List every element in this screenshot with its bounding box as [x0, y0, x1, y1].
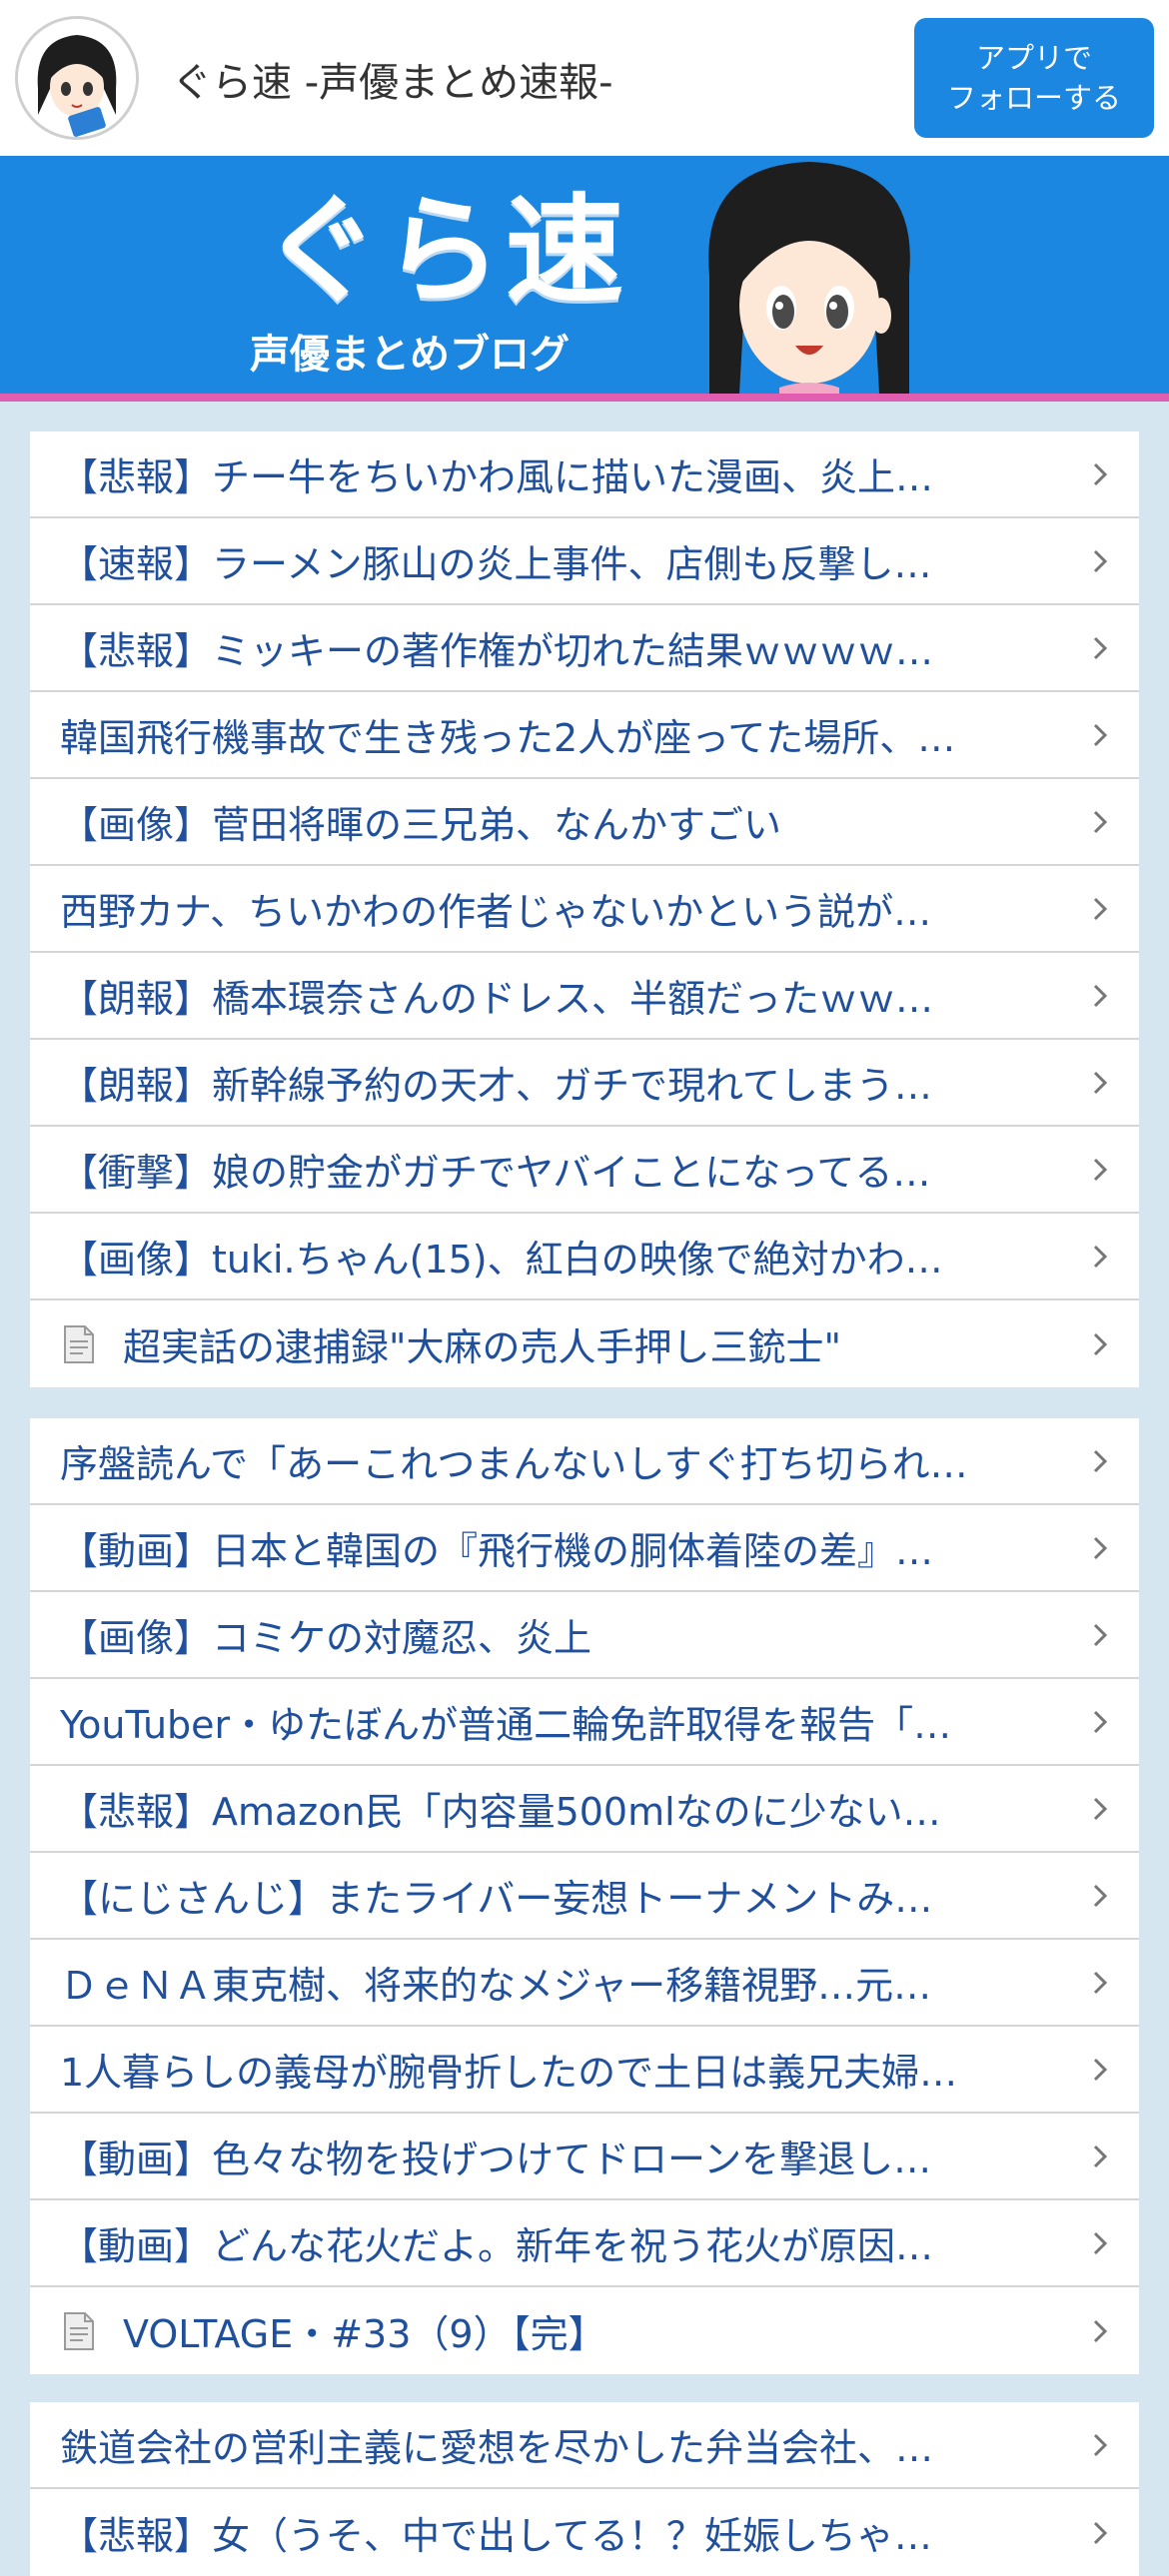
- list-item-title: 序盤読んで「あーこれつまんないしすぐ打ち切られ…: [60, 1442, 968, 1486]
- list-item-title: VOLTAGE・#33（9）【完】: [123, 2312, 606, 2356]
- list-item[interactable]: 【速報】ラーメン豚山の炎上事件、店側も反撃し…: [30, 518, 1139, 605]
- chevron-right-icon: [1093, 2521, 1108, 2544]
- list-item[interactable]: 【動画】色々な物を投げつけてドローンを撃退し…: [30, 2114, 1139, 2200]
- list-item-title: 【悲報】ミッキーの著作権が切れた結果ｗｗｗｗ…: [60, 629, 934, 673]
- app-header: ぐら速 -声優まとめ速報- アプリで フォローする: [0, 0, 1169, 156]
- list-item[interactable]: 鉄道会社の営利主義に愛想を尽かした弁当会社、…: [30, 2402, 1139, 2489]
- chevron-right-icon: [1093, 2433, 1108, 2456]
- list-item-title: ＤｅＮＡ東克樹、将来的なメジャー移籍視野…元…: [60, 1964, 932, 2008]
- list-item[interactable]: 【画像】コミケの対魔忍、炎上: [30, 1592, 1139, 1679]
- list-item-title: 【動画】色々な物を投げつけてドローンを撃退し…: [60, 2138, 932, 2181]
- chevron-right-icon: [1093, 549, 1108, 572]
- list-item-title: 【画像】コミケの対魔忍、炎上: [60, 1616, 592, 1660]
- list-item[interactable]: 韓国飛行機事故で生き残った2人が座ってた場所、…: [30, 692, 1139, 779]
- chevron-right-icon: [1093, 810, 1108, 833]
- list-item-title: YouTuber・ゆたぼんが普通二輪免許取得を報告「…: [60, 1703, 952, 1747]
- banner-subtitle: 声優まとめブログ: [250, 332, 570, 378]
- banner-divider: [0, 394, 1169, 402]
- list-item-title: 【朗報】橋本環奈さんのドレス、半額だったｗｗ…: [60, 977, 934, 1021]
- document-icon: [64, 2311, 94, 2350]
- chevron-right-icon: [1093, 462, 1108, 485]
- list-item-title: 【衝撃】娘の貯金がガチでヤバイことになってる…: [60, 1151, 931, 1195]
- chevron-right-icon: [1093, 1245, 1108, 1268]
- app-title: ぐら速 -声優まとめ速報-: [172, 60, 613, 106]
- article-list-1: 【悲報】チー牛をちいかわ風に描いた漫画、炎上… 【速報】ラーメン豚山の炎上事件、…: [30, 431, 1139, 1387]
- list-item[interactable]: 超実話の逮捕録"大麻の売人手押し三銃士": [30, 1300, 1139, 1387]
- list-item-title: 【悲報】Amazon民「内容量500mlなのに少ない…: [60, 1790, 941, 1834]
- list-item-title: 【動画】どんな花火だよ。新年を祝う花火が原因…: [60, 2224, 934, 2268]
- mascot-avatar-icon: [18, 19, 136, 137]
- follow-label-line1: アプリで: [975, 41, 1092, 75]
- blog-banner[interactable]: ぐら速 声優まとめブログ: [0, 156, 1169, 394]
- list-item[interactable]: YouTuber・ゆたぼんが普通二輪免許取得を報告「…: [30, 1679, 1139, 1766]
- avatar[interactable]: [15, 16, 139, 140]
- banner-logo-text: ぐら速: [262, 182, 628, 320]
- chevron-right-icon: [1093, 2145, 1108, 2167]
- chevron-right-icon: [1093, 2058, 1108, 2081]
- list-item[interactable]: 【にじさんじ】またライバー妄想トーナメントみ…: [30, 1853, 1139, 1940]
- chevron-right-icon: [1093, 1797, 1108, 1820]
- article-list-2: 序盤読んで「あーこれつまんないしすぐ打ち切られ… 【動画】日本と韓国の『飛行機の…: [30, 1418, 1139, 2374]
- chevron-right-icon: [1093, 1884, 1108, 1907]
- chevron-right-icon: [1093, 636, 1108, 659]
- list-item[interactable]: 西野カナ、ちいかわの作者じゃないかという説が…: [30, 866, 1139, 953]
- chevron-right-icon: [1093, 1071, 1108, 1094]
- chevron-right-icon: [1093, 1332, 1108, 1355]
- list-item[interactable]: 【朗報】橋本環奈さんのドレス、半額だったｗｗ…: [30, 953, 1139, 1040]
- chevron-right-icon: [1093, 1449, 1108, 1472]
- list-item-title: 1人暮らしの義母が腕骨折したので土日は義兄夫婦…: [60, 2051, 958, 2095]
- chevron-right-icon: [1093, 1971, 1108, 1994]
- chevron-right-icon: [1093, 984, 1108, 1007]
- document-icon: [64, 1324, 94, 1363]
- list-item[interactable]: ＤｅＮＡ東克樹、将来的なメジャー移籍視野…元…: [30, 1940, 1139, 2027]
- list-item-title: 【悲報】チー牛をちいかわ風に描いた漫画、炎上…: [60, 455, 934, 499]
- list-item[interactable]: 【衝撃】娘の貯金がガチでヤバイことになってる…: [30, 1127, 1139, 1214]
- list-item[interactable]: 【動画】日本と韓国の『飛行機の胴体着陸の差』…: [30, 1505, 1139, 1592]
- list-item[interactable]: 【悲報】女（うそ、中で出してる！？妊娠しちゃ…: [30, 2489, 1139, 2576]
- follow-label-line2: フォローする: [946, 81, 1121, 115]
- list-item-title: 韓国飛行機事故で生き残った2人が座ってた場所、…: [60, 716, 956, 760]
- chevron-right-icon: [1093, 1536, 1108, 1559]
- list-item[interactable]: 【朗報】新幹線予約の天才、ガチで現れてしまう…: [30, 1040, 1139, 1127]
- list-item-title: 【にじさんじ】またライバー妄想トーナメントみ…: [60, 1877, 933, 1921]
- list-item-title: 超実話の逮捕録"大麻の売人手押し三銃士": [123, 1325, 841, 1369]
- list-item[interactable]: 【画像】菅田将暉の三兄弟、なんかすごい: [30, 779, 1139, 866]
- chevron-right-icon: [1093, 2231, 1108, 2254]
- chevron-right-icon: [1093, 1623, 1108, 1646]
- list-item-title: 【速報】ラーメン豚山の炎上事件、店側も反撃し…: [60, 542, 932, 586]
- list-item[interactable]: 1人暮らしの義母が腕骨折したので土日は義兄夫婦…: [30, 2027, 1139, 2114]
- chevron-right-icon: [1093, 1710, 1108, 1733]
- list-item-title: 【画像】tuki.ちゃん(15)、紅白の映像で絶対かわ…: [60, 1238, 943, 1282]
- list-item[interactable]: 【悲報】チー牛をちいかわ風に描いた漫画、炎上…: [30, 431, 1139, 518]
- list-item[interactable]: 【悲報】Amazon民「内容量500mlなのに少ない…: [30, 1766, 1139, 1853]
- chevron-right-icon: [1093, 2319, 1108, 2342]
- list-item-title: 【動画】日本と韓国の『飛行機の胴体着陸の差』…: [60, 1529, 934, 1573]
- list-item-title: 【朗報】新幹線予約の天才、ガチで現れてしまう…: [60, 1064, 932, 1108]
- list-item[interactable]: VOLTAGE・#33（9）【完】: [30, 2287, 1139, 2374]
- list-item[interactable]: 【悲報】ミッキーの著作権が切れた結果ｗｗｗｗ…: [30, 605, 1139, 692]
- list-item-title: 西野カナ、ちいかわの作者じゃないかという説が…: [60, 890, 932, 934]
- list-item[interactable]: 【画像】tuki.ちゃん(15)、紅白の映像で絶対かわ…: [30, 1214, 1139, 1300]
- chevron-right-icon: [1093, 723, 1108, 746]
- list-item-title: 【画像】菅田将暉の三兄弟、なんかすごい: [60, 803, 782, 847]
- list-item[interactable]: 【動画】どんな花火だよ。新年を祝う花火が原因…: [30, 2200, 1139, 2287]
- chevron-right-icon: [1093, 897, 1108, 920]
- mascot-illustration-icon: [708, 162, 910, 394]
- chevron-right-icon: [1093, 1158, 1108, 1181]
- follow-in-app-button[interactable]: アプリで フォローする: [914, 18, 1154, 138]
- article-list-3: 鉄道会社の営利主義に愛想を尽かした弁当会社、… 【悲報】女（うそ、中で出してる！…: [30, 2402, 1139, 2576]
- list-item[interactable]: 序盤読んで「あーこれつまんないしすぐ打ち切られ…: [30, 1418, 1139, 1505]
- list-item-title: 鉄道会社の営利主義に愛想を尽かした弁当会社、…: [60, 2426, 934, 2470]
- list-item-title: 【悲報】女（うそ、中で出してる！？妊娠しちゃ…: [60, 2514, 932, 2558]
